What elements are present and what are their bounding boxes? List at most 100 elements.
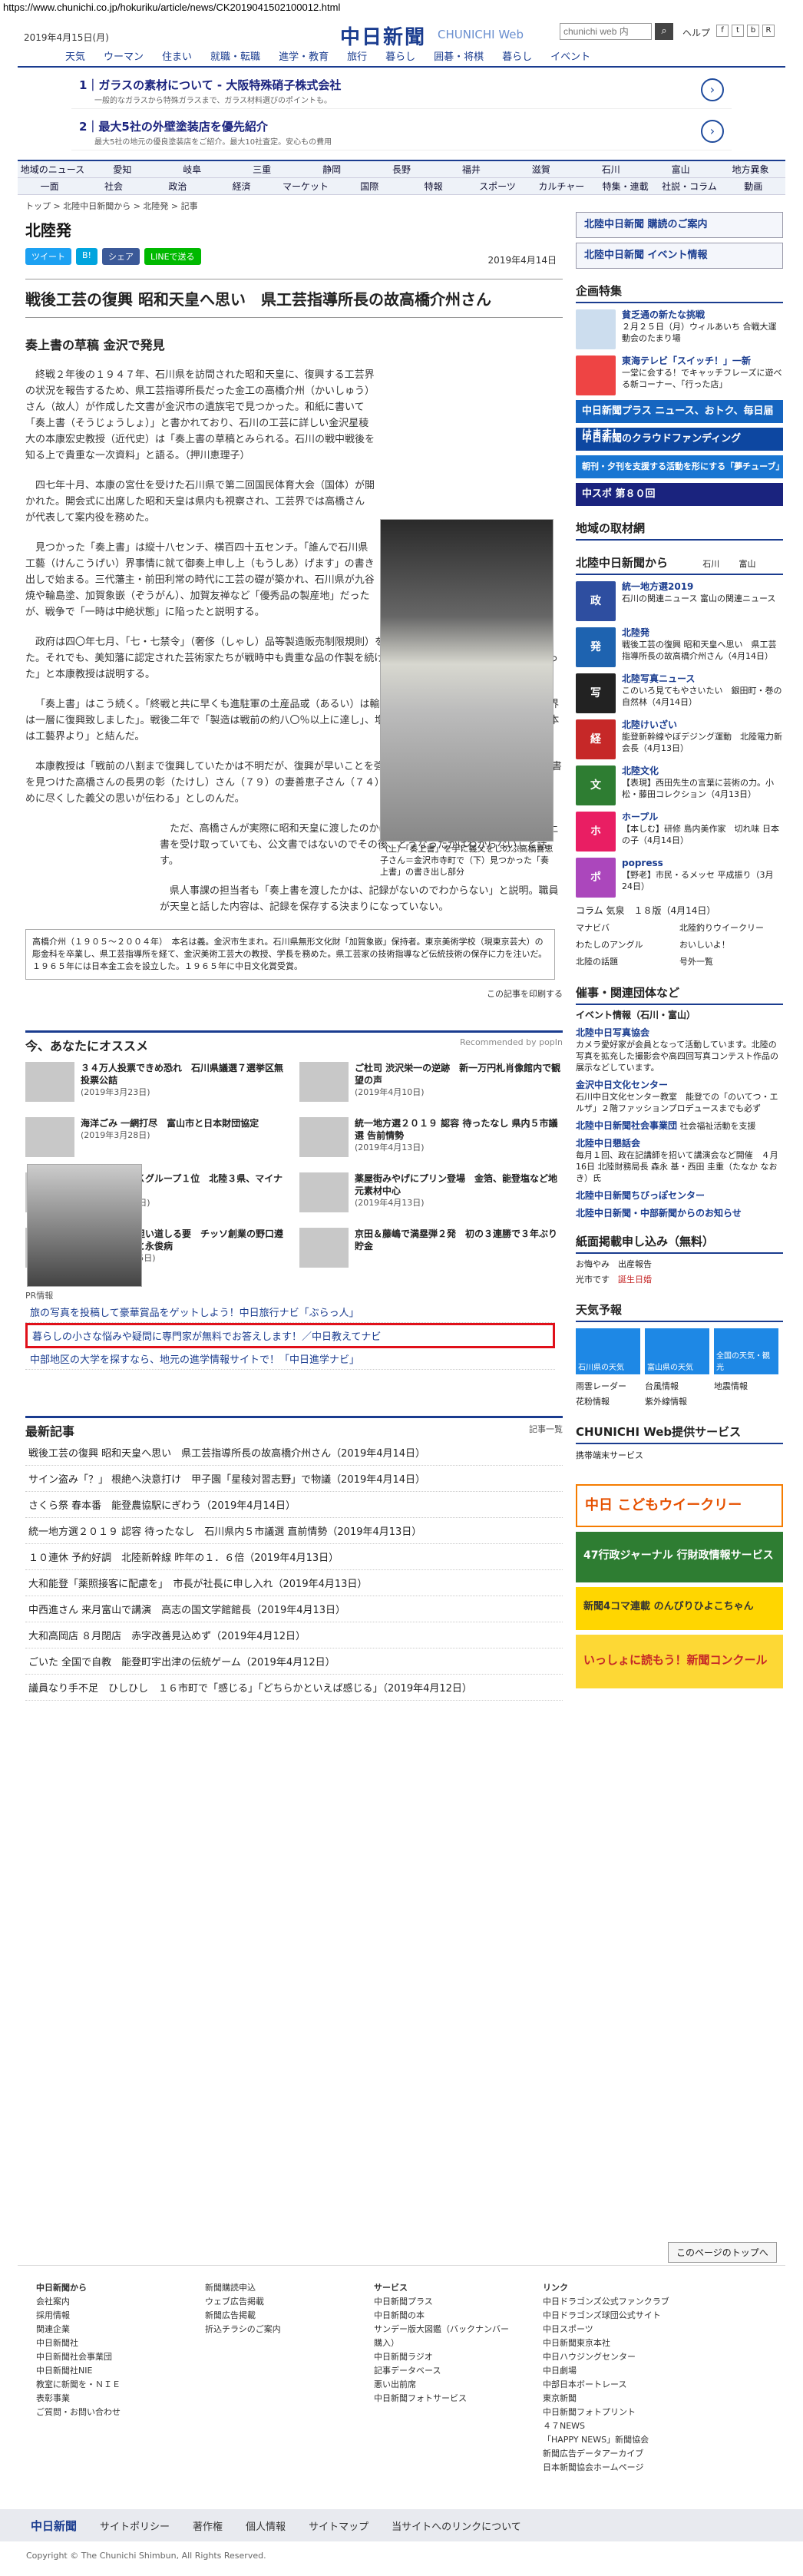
- biz-item-title[interactable]: 北陸中日新聞社会事業団: [576, 1120, 677, 1131]
- thumbnail[interactable]: [25, 1062, 74, 1102]
- tweet-button[interactable]: ツイート: [25, 248, 71, 265]
- hatena-button[interactable]: B!: [76, 248, 97, 265]
- recommend-title-text[interactable]: ３４万人投票できめ恐れ 石川県議選７選挙区無投票公詰: [81, 1063, 283, 1086]
- kodomo-weekly-banner[interactable]: 中日 こどもウイークリー: [576, 1484, 783, 1527]
- genre-tab[interactable]: 特報: [402, 178, 465, 194]
- news-item[interactable]: ホホープル 【本しむ】研修 島内美作家 切れ味 日本の子（4月14日）: [576, 812, 783, 852]
- gnav-item[interactable]: 暮らし: [493, 49, 541, 66]
- portrait-photo[interactable]: [27, 1164, 142, 1287]
- latest-item[interactable]: さくら祭 春本番 能登農協駅にぎわう（2019年4月14日）: [25, 1492, 563, 1518]
- latest-item[interactable]: サイン盗み「？」 根絶へ決意打け 甲子園「星稜対習志野」で物議（2019年4月1…: [25, 1466, 563, 1492]
- thumbnail[interactable]: [299, 1172, 349, 1212]
- footer-link[interactable]: 「HAPPY NEWS」新聞協会: [543, 2433, 742, 2447]
- footer-link[interactable]: 中日新聞社: [36, 2336, 174, 2350]
- footer-link[interactable]: 関連企業: [36, 2323, 174, 2336]
- news-item[interactable]: 経北陸けいざい 能登新幹線やぼデジング運動 北陸電力新会長（4月13日）: [576, 719, 783, 759]
- news-item-title[interactable]: 北陸発: [622, 627, 649, 638]
- region-tab[interactable]: 富山: [646, 161, 715, 177]
- footer-link[interactable]: 折込チラシのご案内: [205, 2323, 343, 2336]
- line-share-button[interactable]: LINEで送る: [144, 248, 201, 265]
- chevron-right-icon[interactable]: ›: [701, 120, 724, 143]
- gnav-item[interactable]: 囲碁・将棋: [425, 49, 493, 66]
- footer-link[interactable]: 中日ハウジングセンター: [543, 2350, 742, 2364]
- contest-banner[interactable]: いっしょに読もう！新聞コンクール: [576, 1635, 783, 1688]
- url-bar[interactable]: https://www.chunichi.co.jp/hokuriku/arti…: [0, 0, 803, 15]
- biz-item[interactable]: 金沢中日文化センター 石川中日文化センター教室 能登での「のいてつ・エルザ」２階フ…: [576, 1080, 783, 1114]
- news-item[interactable]: 政統一地方選2019 石川の関連ニュース 富山の関連ニュース: [576, 581, 783, 621]
- news-item-desc[interactable]: 石川の関連ニュース 富山の関連ニュース: [622, 594, 775, 603]
- weather-tile[interactable]: 石川県の天気: [576, 1328, 640, 1374]
- news-item-desc[interactable]: 能登新幹線やぼデジング運動 北陸電力新会長（4月13日）: [622, 732, 782, 753]
- special-item-title[interactable]: 貧乏通の新たな挑戦: [622, 309, 705, 320]
- footer-bar-link[interactable]: 個人情報: [246, 2518, 286, 2533]
- thumbnail[interactable]: [299, 1228, 349, 1268]
- facebook-share-button[interactable]: シェア: [101, 248, 140, 265]
- latest-item[interactable]: 戦後工芸の復興 昭和天皇へ思い 県工芸指導所長の故高橋介州さん（2019年4月1…: [25, 1440, 563, 1466]
- footer-link[interactable]: ご質問・お問い合わせ: [36, 2406, 174, 2419]
- biz-item[interactable]: 北陸中日新聞・中部新聞からのお知らせ: [576, 1208, 783, 1219]
- gnav-item[interactable]: 旅行: [338, 49, 376, 66]
- biz-item-title[interactable]: 北陸中日写真協会: [576, 1027, 649, 1038]
- banner-chuspo[interactable]: 中スポ 第８０回: [576, 483, 783, 506]
- footer-link[interactable]: 中日新聞フォトプリント: [543, 2406, 742, 2419]
- ad-title[interactable]: 2｜最大5社の外壁塗装店を優先紹介: [79, 118, 268, 134]
- gnav-item[interactable]: 暮らし: [376, 49, 425, 66]
- share-mini-icon[interactable]: t: [732, 25, 744, 37]
- footer-link[interactable]: 会社案内: [36, 2295, 174, 2309]
- news-item-title[interactable]: ホープル: [622, 812, 658, 822]
- side-link[interactable]: 号外一覧: [679, 954, 783, 971]
- recommend-item[interactable]: 統一地方選２０１９ 認容 待ったなし 県内５市議選 告前情勢 (2019年4月13…: [299, 1117, 563, 1165]
- genre-tab[interactable]: 一面: [18, 178, 81, 194]
- article-photo[interactable]: [380, 519, 554, 842]
- biz-item-title[interactable]: 北陸中日新聞ちびっぽセンター: [576, 1190, 705, 1201]
- side-link[interactable]: 誕生日婚: [618, 1275, 652, 1285]
- footer-link[interactable]: 中日新聞東京本社: [543, 2336, 742, 2350]
- footer-bar-link[interactable]: 当サイトへのリンクについて: [392, 2518, 521, 2533]
- genre-tab[interactable]: 社会: [81, 178, 145, 194]
- footer-bar-link[interactable]: サイトマップ: [309, 2518, 368, 2533]
- genre-tab[interactable]: カルチャー: [530, 178, 593, 194]
- news-item[interactable]: 文北陸文化 【表現】西田先生の言葉に芸術の力。小松・藤田コレクション（4月13日）: [576, 766, 783, 805]
- footer-link[interactable]: 中日ドラゴンズ公式ファンクラブ: [543, 2295, 742, 2309]
- recommend-item[interactable]: 海洋ごみ 一網打尽 富山市と日本財団協定 (2019年3月28日): [25, 1117, 289, 1165]
- region-tab[interactable]: 長野: [367, 161, 437, 177]
- recommend-title-text[interactable]: 海洋ごみ 一網打尽 富山市と日本財団協定: [81, 1118, 259, 1129]
- banner-dream[interactable]: 朝刊・夕刊を支援する活動を形にする「夢チューブ」: [576, 455, 784, 478]
- news-item-desc[interactable]: 【野老】市民・るメッセ 平成振り（3月24日）: [622, 870, 774, 891]
- genre-tab[interactable]: マーケット: [273, 178, 337, 194]
- region-tab[interactable]: 福井: [436, 161, 506, 177]
- latest-item[interactable]: ごいた 全国で自教 能登町宇出津の伝統ゲーム（2019年4月12日）: [25, 1648, 563, 1675]
- side-link[interactable]: 花粉情報: [576, 1394, 645, 1410]
- recommend-title-text[interactable]: 京田＆藤嶋で満塁弾２発 初の３連勝で３年ぶり貯金: [355, 1228, 557, 1252]
- pr-link[interactable]: 中部地区の大学を探すなら、地元の進学情報サイトで！「中日進学ナビ」: [25, 1348, 555, 1370]
- footer-link[interactable]: ４７NEWS: [543, 2419, 742, 2433]
- recommend-title-text[interactable]: ご杜司 渋沢栄一の逆跡 新一万円札肖像館内で観望の声: [355, 1063, 560, 1086]
- text-ad[interactable]: 1｜ガラスの素材について - 大阪特殊硝子株式会社 一般的なガラスから特殊ガラス…: [71, 74, 732, 109]
- site-logo-sub[interactable]: CHUNICHI Web: [438, 28, 524, 41]
- news-item-desc[interactable]: 【本しむ】研修 島内美作家 切れ味 日本の子（4月14日）: [622, 824, 779, 845]
- news-item-title[interactable]: popress: [622, 858, 663, 868]
- side-link[interactable]: お悔やみ: [576, 1259, 610, 1269]
- footer-link[interactable]: 採用情報: [36, 2309, 174, 2323]
- biz-item[interactable]: 北陸中日新聞社会事業団 社会福祉活動を支援: [576, 1120, 783, 1132]
- latest-item[interactable]: 大和高岡店 ８月閉店 赤字改善見込めず（2019年4月12日）: [25, 1622, 563, 1648]
- event-info-link[interactable]: 北陸中日新聞 イベント情報: [576, 243, 783, 269]
- hiyoko-banner[interactable]: 新聞4コマ連載 のんびりひよこちゃん: [576, 1587, 783, 1630]
- side-link[interactable]: マナビバ: [576, 920, 679, 937]
- news-tab[interactable]: 石川: [702, 559, 719, 569]
- recommend-item[interactable]: 京田＆藤嶋で満塁弾２発 初の３連勝で３年ぶり貯金: [299, 1228, 563, 1275]
- special-item[interactable]: 東海テレビ「スイッチ！」一新 一堂に会する！でキャッチフレーズに遊べる新コーナー、…: [576, 355, 783, 395]
- genre-tab[interactable]: スポーツ: [465, 178, 529, 194]
- side-link[interactable]: 出産報告: [618, 1259, 652, 1269]
- banner-plus[interactable]: 中日新聞プラス ニュース、おトク、毎日届けます！: [576, 400, 783, 440]
- side-link[interactable]: おいしいよ！: [679, 937, 783, 954]
- side-link[interactable]: わたしのアングル: [576, 937, 679, 954]
- genre-tab[interactable]: 社説・コラム: [657, 178, 721, 194]
- footer-link[interactable]: 中日新聞の本: [374, 2309, 512, 2323]
- footer-link[interactable]: 悪い出前席: [374, 2378, 512, 2392]
- genre-tab[interactable]: 動画: [722, 178, 785, 194]
- news-item-desc[interactable]: このいろ見てもやさいたい 銀田町・巻の自然林（4月14日）: [622, 686, 782, 707]
- pr-link[interactable]: 旅の写真を投稿して豪華賞品をゲットしよう！中日旅行ナビ「ぶらっ人」: [25, 1301, 555, 1323]
- biz-item[interactable]: 北陸中日懇話会 毎月１回、政在記講師を招いて講演会など開催 ４月16日 北陸財務局…: [576, 1138, 783, 1184]
- subscribe-link[interactable]: 北陸中日新聞 購読のご案内: [576, 212, 783, 238]
